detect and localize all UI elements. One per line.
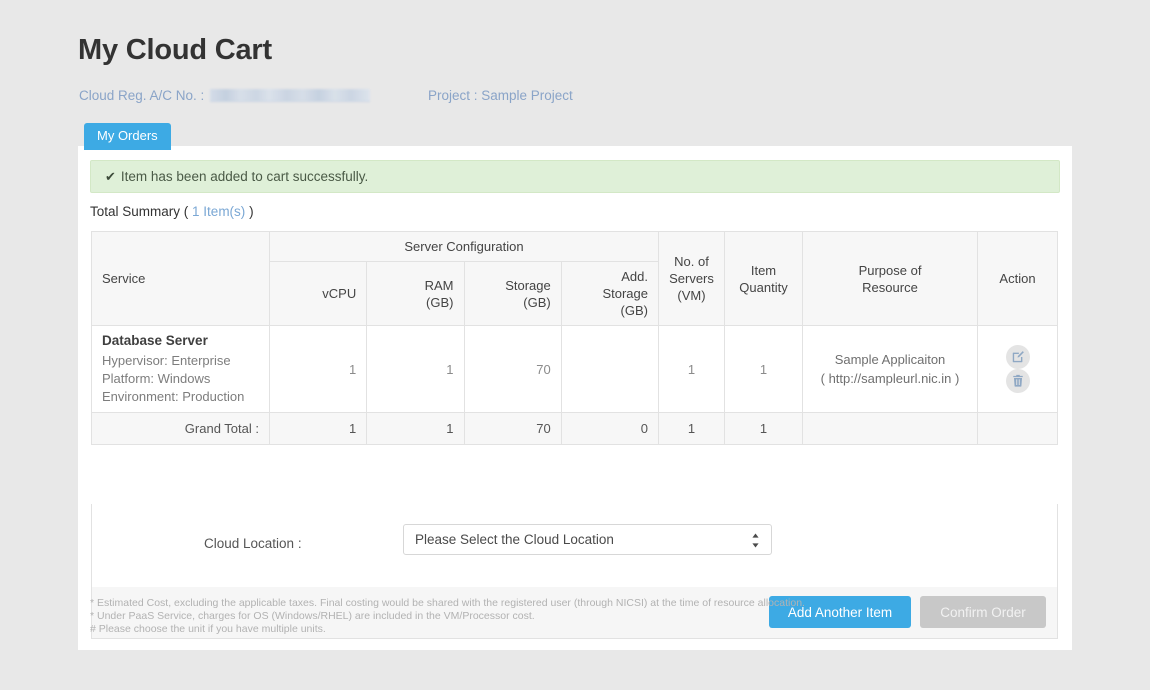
cloud-location-section: Cloud Location : Please Select the Cloud… [91, 504, 1058, 588]
service-platform: Platform: Windows [102, 371, 211, 386]
check-icon: ✔ [105, 169, 116, 184]
total-summary: Total Summary ( 1 Item(s) ) [90, 204, 254, 219]
cell-service: Database Server Hypervisor: Enterprise P… [91, 325, 270, 413]
purpose-url: ( http://sampleurl.nic.in ) [820, 371, 960, 386]
col-header-ram: RAM (GB) [366, 261, 465, 326]
service-name: Database Server [102, 333, 208, 348]
total-summary-count: 1 Item(s) [192, 204, 246, 219]
col-header-no-of-servers: No. of Servers (VM) [658, 231, 725, 326]
grand-total-vcpu: 1 [268, 412, 368, 445]
cart-table-body: Database Server Hypervisor: Enterprise P… [91, 325, 1058, 445]
success-alert-message: Item has been added to cart successfully… [120, 169, 369, 184]
project-label: Project : Sample Project [428, 88, 573, 103]
service-hypervisor: Hypervisor: Enterprise [102, 353, 231, 368]
col-header-purpose-line2: Resource [862, 279, 918, 295]
chevron-updown-icon [752, 533, 759, 548]
success-alert: ✔ Item has been added to cart successfull… [90, 160, 1060, 193]
account-number-label: Cloud Reg. A/C No. : [79, 88, 205, 103]
main-panel: ✔ Item has been added to cart successfull… [78, 146, 1072, 650]
col-header-add-storage-line1: Add. [621, 269, 648, 284]
col-header-server-configuration: Server Configuration [269, 231, 659, 262]
col-header-purpose-line1: Purpose of [858, 262, 922, 278]
col-header-storage: Storage (GB) [463, 261, 562, 326]
edit-icon[interactable] [1005, 345, 1030, 369]
cell-item-quantity: 1 [724, 325, 803, 413]
grand-total-label: Grand Total : [91, 412, 270, 445]
col-header-servers-line2: Servers [669, 271, 714, 286]
col-header-storage-line1: Storage [505, 277, 551, 293]
cell-servers: 1 [658, 325, 725, 413]
grand-total-storage: 70 [463, 412, 562, 445]
col-header-vcpu: vCPU [268, 261, 368, 326]
cart-table: Service Server Configuration No. of Serv… [91, 231, 1058, 445]
grand-total-row: Grand Total : 1 1 70 0 1 1 [91, 412, 1058, 445]
delete-icon[interactable] [1005, 369, 1030, 393]
cloud-location-selected-value: Please Select the Cloud Location [415, 532, 614, 547]
grand-total-purpose [802, 412, 978, 445]
page-title: My Cloud Cart [78, 34, 272, 66]
col-header-storage-line2: (GB) [523, 294, 551, 310]
col-header-servers-line3: (VM) [677, 288, 706, 303]
account-meta-row: Cloud Reg. A/C No. : Project : Sample Pr… [79, 88, 1039, 108]
footnotes: * Estimated Cost, excluding the applicab… [90, 597, 805, 636]
header-row-group: Service Server Configuration No. of Serv… [91, 231, 1058, 326]
edit-icon-glyph [1012, 351, 1024, 363]
col-header-item-quantity-line1: Item [750, 262, 777, 278]
grand-total-add-storage: 0 [560, 412, 660, 445]
cell-ram: 1 [366, 325, 465, 413]
total-summary-label: Total Summary ( [90, 204, 189, 219]
cart-table-head: Service Server Configuration No. of Serv… [91, 231, 1058, 326]
account-number-redacted-value [210, 89, 370, 102]
footnote-1: * Estimated Cost, excluding the applicab… [90, 597, 805, 609]
cloud-location-label: Cloud Location : [204, 536, 302, 551]
table-row: Database Server Hypervisor: Enterprise P… [91, 325, 1058, 413]
col-header-add-storage: Add. Storage (GB) [560, 261, 660, 326]
cell-purpose: Sample Applicaiton ( http://sampleurl.ni… [802, 325, 978, 413]
tab-my-orders[interactable]: My Orders [84, 123, 171, 150]
cloud-location-select[interactable]: Please Select the Cloud Location [403, 524, 772, 555]
cell-vcpu: 1 [268, 325, 368, 413]
col-header-purpose-of-resource: Purpose of Resource [802, 231, 978, 326]
footnote-2: * Under PaaS Service, charges for OS (Wi… [90, 610, 535, 622]
confirm-order-button[interactable]: Confirm Order [920, 596, 1046, 628]
service-environment: Environment: Production [102, 389, 245, 404]
col-header-action: Action [977, 231, 1058, 326]
grand-total-servers: 1 [658, 412, 725, 445]
delete-icon-glyph [1012, 374, 1023, 387]
col-header-service: Service [91, 231, 270, 326]
grand-total-item-quantity: 1 [724, 412, 803, 445]
col-header-servers-line1: No. of [674, 254, 709, 269]
grand-total-action [977, 412, 1058, 445]
footnote-3: # Please choose the unit if you have mul… [90, 623, 326, 635]
grand-total-ram: 1 [366, 412, 465, 445]
page-root: My Cloud Cart Cloud Reg. A/C No. : Proje… [0, 0, 1150, 690]
cell-action [977, 325, 1058, 413]
col-header-ram-line2: (GB) [426, 294, 454, 310]
cell-storage: 70 [463, 325, 562, 413]
col-header-item-quantity-line2: Quantity [739, 279, 788, 295]
cell-add-storage [560, 325, 660, 413]
col-header-item-quantity: Item Quantity [724, 231, 803, 326]
total-summary-label-end: ) [249, 204, 254, 219]
col-header-add-storage-line2: Storage (GB) [602, 286, 648, 318]
purpose-title: Sample Applicaiton [834, 352, 946, 367]
col-header-ram-line1: RAM [424, 277, 454, 293]
